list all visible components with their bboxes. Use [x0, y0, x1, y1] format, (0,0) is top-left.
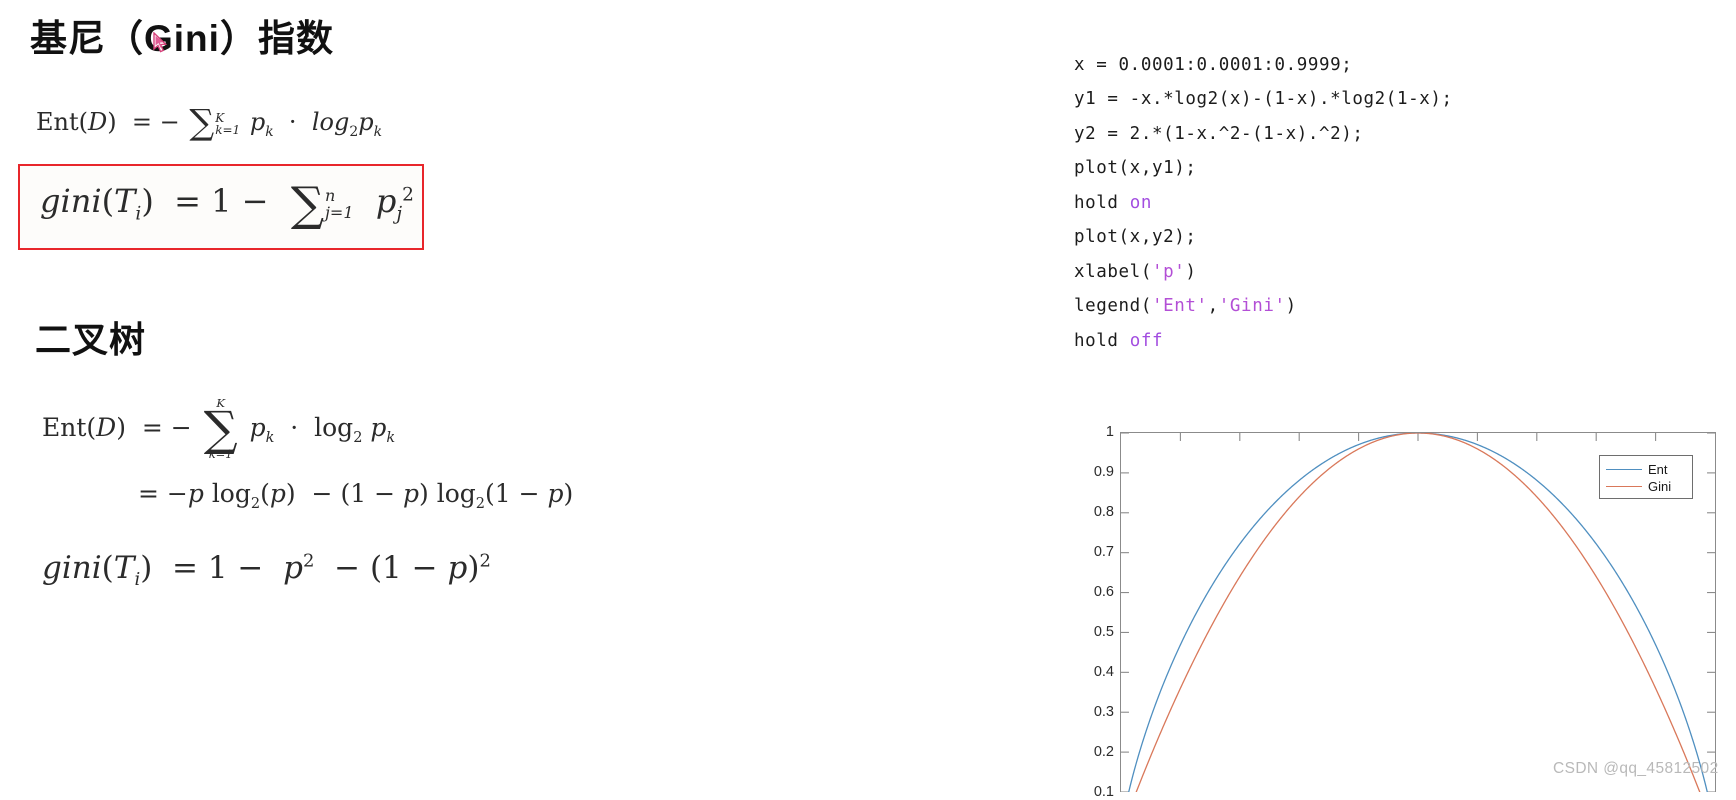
- y-tick-label: 0.5: [1093, 624, 1114, 640]
- code-text: y2 = 2.*(1-x.^2-(1-x).^2);: [1074, 123, 1364, 144]
- matlab-plot-figure: 1 0.9 0.8 0.7 0.6 0.5 0.4 0.3 0.2 0.1 Ent Gini: [1048, 420, 1736, 800]
- entropy-formula-inline: Ent(D) = − ∑ Kk=1 pk · log2pk: [36, 103, 382, 144]
- code-text: ): [1285, 296, 1297, 316]
- legend-entry: Gini: [1606, 478, 1686, 495]
- code-text: hold: [1074, 192, 1130, 213]
- code-text: xlabel(: [1074, 261, 1152, 282]
- code-string: 'Ent': [1151, 296, 1208, 316]
- code-text: hold: [1074, 330, 1130, 351]
- highlighted-formula-box: gini(Ti) = 1 − ∑ n j=1 pj2: [18, 164, 424, 250]
- summation-symbol: K ∑ k=1: [203, 396, 238, 462]
- gini-section-heading: 基尼（Gini）指数: [30, 18, 334, 59]
- code-line: plot(x,y1);: [1074, 151, 1453, 186]
- code-line: x = 0.0001:0.0001:0.9999;: [1074, 48, 1453, 83]
- plot-legend: Ent Gini: [1599, 455, 1693, 499]
- y-tick-label: 0.8: [1093, 504, 1114, 520]
- y-tick-label: 1: [1105, 424, 1114, 440]
- y-tick-label: 0.2: [1093, 744, 1114, 760]
- y-tick-label: 0.4: [1093, 664, 1114, 680]
- entropy-formula-display: Ent(D) = − K ∑ k=1 pk · log2 pk = −p log2(…: [42, 396, 574, 512]
- gini-formula-binary: gini(Ti) = 1 − p2 − (1 − p)2: [42, 550, 491, 591]
- y-tick-label: 0.1: [1093, 784, 1114, 800]
- y-tick-label: 0.6: [1093, 584, 1114, 600]
- summation-symbol: ∑ Kk=1: [189, 103, 241, 144]
- summation-symbol: ∑ n j=1: [290, 177, 354, 232]
- legend-color-swatch: [1606, 486, 1642, 487]
- code-text: x = 0.0001:0.0001:0.9999;: [1074, 54, 1353, 75]
- code-text: ,: [1207, 296, 1219, 316]
- code-text: legend(: [1074, 296, 1152, 316]
- code-text: plot(x,y2);: [1074, 227, 1197, 247]
- code-line: plot(x,y2);: [1074, 220, 1453, 255]
- code-keyword: on: [1129, 192, 1152, 213]
- code-line: xlabel('p'): [1074, 255, 1453, 290]
- y-tick-label: 0.7: [1093, 544, 1114, 560]
- code-string: 'p': [1151, 261, 1186, 282]
- code-text: ): [1185, 261, 1197, 282]
- y-tick-label: 0.3: [1093, 704, 1114, 720]
- code-string: 'Gini': [1218, 296, 1286, 316]
- left-content-column: 基尼（Gini）指数 Ent(D) = − ∑ Kk=1 pk · log2pk …: [0, 0, 1040, 792]
- matlab-code-block: x = 0.0001:0.0001:0.9999; y1 = -x.*log2(x…: [1074, 48, 1453, 359]
- gini-formula-general: gini(Ti) = 1 − ∑ n j=1 pj2: [40, 177, 414, 232]
- code-line: hold off: [1074, 324, 1453, 359]
- code-line: y1 = -x.*log2(x)-(1-x).*log2(1-x);: [1074, 82, 1453, 117]
- code-line: y2 = 2.*(1-x.^2-(1-x).^2);: [1074, 117, 1453, 152]
- plot-axes-area: Ent Gini: [1120, 432, 1716, 792]
- code-text: y1 = -x.*log2(x)-(1-x).*log2(1-x);: [1074, 89, 1453, 109]
- binary-tree-section-heading: 二叉树: [35, 319, 147, 360]
- code-line: legend('Ent','Gini'): [1074, 289, 1453, 324]
- code-keyword: off: [1129, 330, 1164, 351]
- csdn-watermark: CSDN @qq_45812502: [1553, 760, 1719, 777]
- legend-label: Ent: [1648, 462, 1668, 477]
- legend-color-swatch: [1606, 469, 1642, 470]
- legend-entry: Ent: [1606, 461, 1686, 478]
- y-tick-label: 0.9: [1093, 464, 1114, 480]
- code-line: hold on: [1074, 186, 1453, 221]
- code-text: plot(x,y1);: [1074, 158, 1197, 178]
- legend-label: Gini: [1648, 479, 1672, 494]
